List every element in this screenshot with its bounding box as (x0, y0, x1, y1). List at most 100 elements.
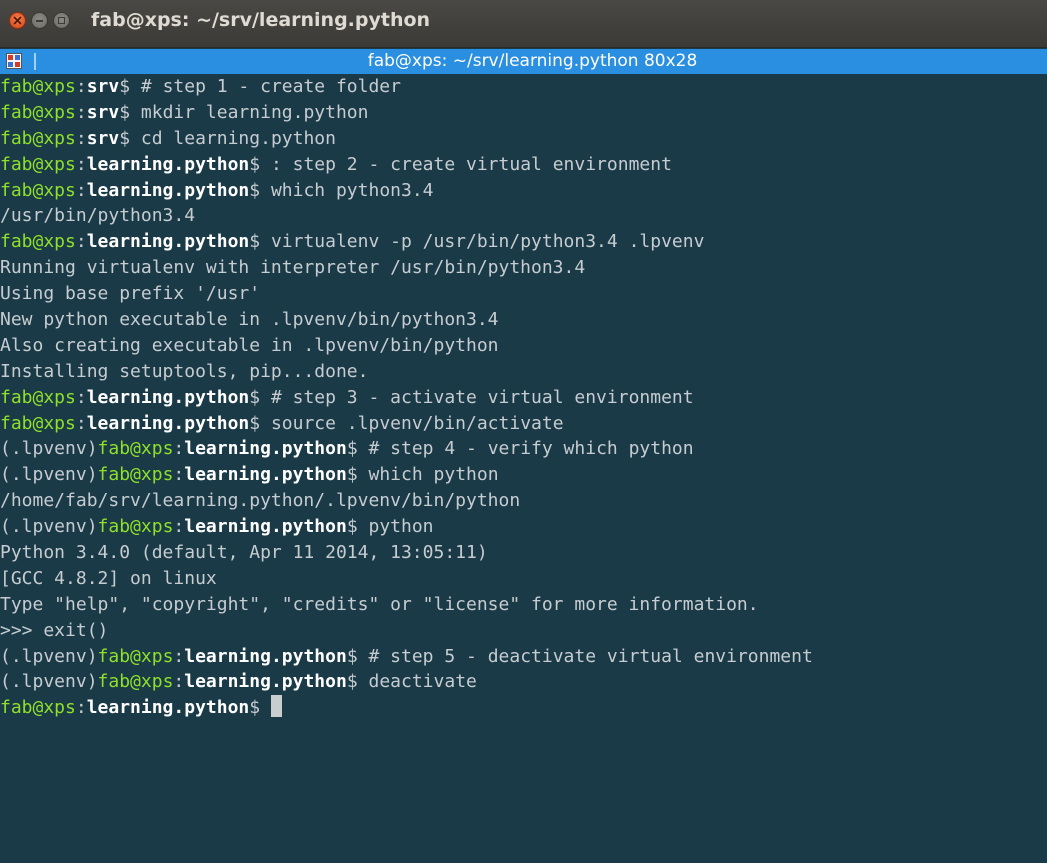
prompt-user-host: fab@xps (97, 645, 174, 667)
output-text: Running virtualenv with interpreter /usr… (0, 257, 586, 279)
output-text: >>> exit() (0, 619, 109, 641)
prompt-dollar: $ (119, 127, 131, 149)
prompt-user-host: fab@xps (0, 179, 76, 201)
close-icon (13, 16, 22, 25)
output-line: [GCC 4.8.2] on linux (0, 566, 813, 592)
prompt-dollar: $ (346, 671, 358, 693)
prompt-line: (.lpvenv)fab@xps:learning.python$ python (0, 514, 813, 540)
prompt-line: fab@xps:learning.python$ (0, 695, 813, 721)
prompt-path: learning.python (184, 516, 347, 538)
command-text: # step 1 - create folder (130, 76, 401, 97)
venv-prefix: (.lpvenv) (0, 464, 98, 486)
prompt-path: learning.python (86, 153, 250, 175)
prompt-user-host: fab@xps (0, 697, 76, 719)
prompt-dollar: $ (346, 464, 358, 486)
venv-prefix: (.lpvenv) (0, 671, 98, 693)
terminal-output[interactable]: fab@xps:srv$ # step 1 - create folder fab… (0, 74, 1047, 863)
venv-prefix: (.lpvenv) (0, 438, 98, 460)
prompt-user-host: fab@xps (0, 101, 76, 123)
prompt-colon: : (75, 76, 87, 97)
prompt-line: fab@xps:srv$ mkdir learning.python (0, 100, 813, 126)
output-text: New python executable in .lpvenv/bin/pyt… (0, 309, 499, 331)
prompt-line: fab@xps:learning.python$ : step 2 - crea… (0, 152, 813, 178)
prompt-colon: : (75, 386, 87, 408)
command-text: mkdir learning.python (130, 101, 369, 123)
prompt-colon: : (75, 412, 87, 434)
output-line: Python 3.4.0 (default, Apr 11 2014, 13:0… (0, 540, 813, 566)
command-text: # step 5 - deactivate virtual environmen… (357, 645, 813, 667)
output-line: New python executable in .lpvenv/bin/pyt… (0, 307, 813, 333)
command-text: virtualenv -p /usr/bin/python3.4 .lpvenv (260, 231, 705, 253)
prompt-path: learning.python (86, 412, 250, 434)
prompt-user-host: fab@xps (0, 127, 76, 149)
minimize-icon (36, 20, 43, 22)
prompt-user-host: fab@xps (97, 671, 174, 693)
output-line: Using base prefix '/usr' (0, 281, 813, 307)
tab-bar: fab@xps: ~/srv/learning.python 80x28 (0, 49, 1047, 74)
prompt-path: srv (86, 101, 120, 123)
title-bar[interactable]: fab@xps: ~/srv/learning.python (0, 0, 1047, 48)
output-text: Also creating executable in .lpvenv/bin/… (0, 334, 499, 356)
command-text: source .lpvenv/bin/activate (260, 412, 564, 434)
command-text: which python3.4 (260, 179, 434, 201)
prompt-colon: : (173, 438, 185, 460)
prompt-line: fab@xps:srv$ cd learning.python (0, 126, 813, 152)
prompt-user-host: fab@xps (0, 153, 76, 175)
maximize-button[interactable] (53, 12, 70, 29)
terminal-window: fab@xps: ~/srv/learning.python fab@xps: … (0, 0, 1047, 863)
prompt-path: srv (86, 76, 120, 97)
prompt-dollar: $ (346, 645, 358, 667)
prompt-path: learning.python (86, 386, 250, 408)
output-line: >>> exit() (0, 618, 813, 644)
terminal-lines: fab@xps:srv$ # step 1 - create folder fab… (0, 74, 813, 721)
prompt-colon: : (75, 231, 87, 253)
prompt-user-host: fab@xps (0, 231, 76, 253)
prompt-dollar: $ (249, 231, 261, 253)
prompt-line: fab@xps:learning.python$ which python3.4 (0, 178, 813, 204)
command-text: which python (357, 464, 499, 486)
prompt-dollar: $ (119, 76, 131, 97)
command-text: python (357, 516, 434, 538)
close-button[interactable] (9, 12, 26, 29)
prompt-user-host: fab@xps (0, 386, 76, 408)
command-text: deactivate (357, 671, 477, 693)
text-cursor (270, 695, 282, 718)
output-text: /usr/bin/python3.4 (0, 205, 196, 227)
prompt-user-host: fab@xps (97, 516, 174, 538)
prompt-user-host: fab@xps (97, 438, 174, 460)
output-text: Type "help", "copyright", "credits" or "… (0, 593, 759, 615)
prompt-dollar: $ (346, 516, 358, 538)
prompt-colon: : (173, 464, 185, 486)
prompt-dollar: $ (249, 179, 261, 201)
command-text: : step 2 - create virtual environment (260, 153, 672, 175)
output-line: Also creating executable in .lpvenv/bin/… (0, 333, 813, 359)
maximize-icon (58, 17, 65, 24)
minimize-button[interactable] (31, 12, 48, 29)
command-text: cd learning.python (130, 127, 336, 149)
output-line: Installing setuptools, pip...done. (0, 359, 813, 385)
prompt-path: learning.python (184, 645, 347, 667)
output-line: /home/fab/srv/learning.python/.lpvenv/bi… (0, 488, 813, 514)
prompt-path: learning.python (184, 671, 347, 693)
prompt-dollar: $ (249, 386, 261, 408)
prompt-line: fab@xps:learning.python$ # step 3 - acti… (0, 385, 813, 411)
venv-prefix: (.lpvenv) (0, 645, 98, 667)
prompt-colon: : (75, 101, 87, 123)
prompt-line: fab@xps:srv$ # step 1 - create folder (0, 74, 813, 100)
prompt-colon: : (75, 127, 87, 149)
prompt-colon: : (75, 697, 87, 719)
venv-prefix: (.lpvenv) (0, 516, 98, 538)
prompt-line: fab@xps:learning.python$ virtualenv -p /… (0, 229, 813, 255)
prompt-dollar: $ (346, 438, 358, 460)
prompt-colon: : (173, 516, 185, 538)
output-text: Python 3.4.0 (default, Apr 11 2014, 13:0… (0, 542, 488, 564)
prompt-dollar: $ (249, 697, 261, 719)
prompt-path: srv (86, 127, 120, 149)
tab-title[interactable]: fab@xps: ~/srv/learning.python 80x28 (0, 51, 1047, 71)
prompt-colon: : (173, 645, 185, 667)
prompt-line: (.lpvenv)fab@xps:learning.python$ # step… (0, 436, 813, 462)
prompt-dollar: $ (249, 412, 261, 434)
output-line: /usr/bin/python3.4 (0, 203, 813, 229)
prompt-colon: : (75, 153, 87, 175)
command-text: # step 4 - verify which python (357, 438, 694, 460)
